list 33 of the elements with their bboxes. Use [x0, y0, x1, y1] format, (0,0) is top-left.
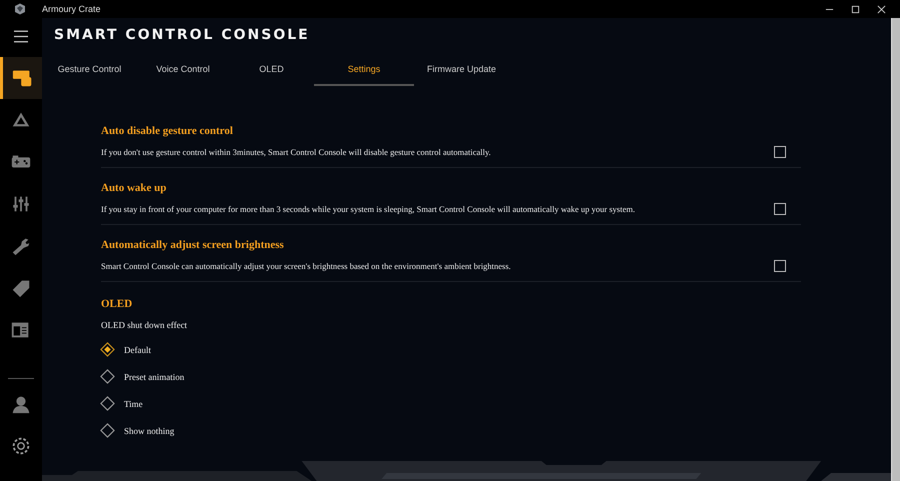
radio-button[interactable] — [100, 396, 115, 411]
scrollbar[interactable] — [891, 18, 900, 481]
radio-button[interactable] — [100, 369, 115, 384]
radio-label: Default — [124, 344, 151, 354]
window-title: Armoury Crate — [42, 4, 101, 14]
option-label: OLED shut down effect — [101, 320, 188, 330]
radio-button[interactable] — [100, 423, 115, 438]
tab[interactable]: Voice Control — [137, 64, 229, 86]
tab[interactable]: Settings — [314, 64, 414, 86]
menu-icon[interactable] — [14, 30, 28, 43]
radio-label: Show nothing — [124, 426, 174, 436]
radio-button[interactable] — [100, 342, 115, 357]
close-icon[interactable] — [877, 4, 886, 14]
page-title: SMART CONTROL CONSOLE — [54, 27, 311, 45]
tab[interactable]: Firmware Update — [414, 64, 509, 86]
setting-description: Smart Control Console can automatically adjust your screen's brightness based on the environment's ambient brightness. — [101, 261, 511, 271]
app-logo-icon — [14, 3, 26, 15]
checkbox[interactable] — [774, 146, 786, 158]
setting-description: If you stay in front of your computer for more than 3 seconds while your system is sleeping, Smart Control Console will automatically wake up your system. — [101, 204, 635, 214]
tab[interactable]: Gesture Control — [42, 64, 137, 86]
tab[interactable]: OLED — [229, 64, 314, 86]
maximize-icon[interactable] — [851, 4, 860, 14]
checkbox[interactable] — [774, 260, 786, 272]
section-heading: OLED — [101, 298, 134, 312]
section-heading: Automatically adjust screen brightness — [101, 239, 285, 253]
gear-icon — [10, 435, 32, 457]
setting-description: If you don't use gesture control within 3minutes, Smart Control Console will disable gesture control automatically. — [101, 147, 491, 157]
section-heading: Auto disable gesture control — [101, 125, 234, 139]
section-heading: Auto wake up — [101, 182, 168, 196]
radio-label: Preset animation — [124, 372, 184, 382]
keyboard-nav-item[interactable] — [0, 57, 42, 99]
checkbox[interactable] — [774, 203, 786, 215]
radio-label: Time — [124, 398, 143, 408]
